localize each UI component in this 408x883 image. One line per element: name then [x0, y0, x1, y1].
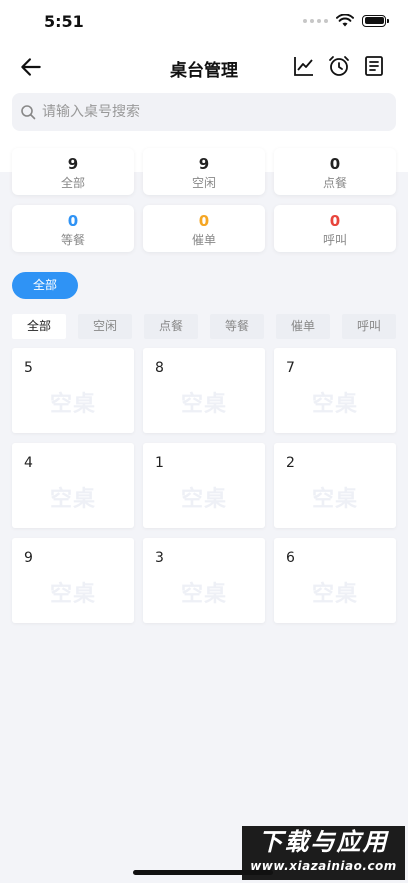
tab-item[interactable]: 催单: [276, 314, 330, 339]
stat-label: 催单: [191, 233, 216, 247]
table-number: 8: [155, 360, 164, 376]
signal-icon: [303, 18, 328, 23]
table-card[interactable]: 5 空桌: [12, 348, 134, 433]
battery-icon: [362, 14, 389, 27]
table-card[interactable]: 2 空桌: [274, 443, 396, 528]
stats-grid: 9 全部 9 空闲 0 点餐 0 等餐 0 催单 0 呼叫: [12, 148, 396, 252]
table-card[interactable]: 6 空桌: [274, 538, 396, 623]
status-bar: 5:51: [0, 0, 408, 44]
table-number: 9: [24, 550, 33, 566]
watermark-title: 下载与应用: [258, 828, 389, 856]
wifi-icon: [336, 14, 354, 27]
table-status: 空桌: [180, 392, 227, 417]
table-number: 3: [155, 550, 164, 566]
stat-card[interactable]: 0 呼叫: [274, 205, 396, 252]
status-time: 5:51: [44, 12, 84, 31]
stat-card[interactable]: 0 等餐: [12, 205, 134, 252]
stat-count: 9: [67, 155, 79, 173]
table-status: 空桌: [311, 582, 358, 607]
table-card[interactable]: 8 空桌: [143, 348, 265, 433]
table-status: 空桌: [180, 487, 227, 512]
search-icon: [21, 105, 36, 120]
table-status: 空桌: [311, 487, 358, 512]
status-tabs: 全部 空闲 点餐 等餐 催单 呼叫: [12, 314, 396, 339]
table-grid: 5 空桌 8 空桌 7 空桌 4 空桌 1 空桌 2 空桌 9 空桌 3 空桌 6 空桌: [12, 348, 396, 623]
stat-count: 0: [329, 155, 341, 173]
nav-bar: 桌台管理: [0, 44, 408, 88]
stat-count: 0: [329, 212, 341, 230]
table-number: 6: [286, 550, 295, 566]
table-status: 空桌: [180, 582, 227, 607]
tab-item[interactable]: 等餐: [210, 314, 264, 339]
alarm-clock-icon[interactable]: [327, 54, 351, 78]
tab-item[interactable]: 空闲: [78, 314, 132, 339]
stat-count: 0: [67, 212, 79, 230]
table-card[interactable]: 3 空桌: [143, 538, 265, 623]
search-bar[interactable]: [12, 93, 396, 131]
table-card[interactable]: 9 空桌: [12, 538, 134, 623]
document-icon[interactable]: [362, 54, 386, 78]
tab-item[interactable]: 呼叫: [342, 314, 396, 339]
status-icons: [303, 14, 389, 27]
stat-card[interactable]: 9 空闲: [143, 148, 265, 195]
table-card[interactable]: 7 空桌: [274, 348, 396, 433]
table-card[interactable]: 1 空桌: [143, 443, 265, 528]
table-status: 空桌: [49, 392, 96, 417]
stat-card[interactable]: 0 点餐: [274, 148, 396, 195]
table-card[interactable]: 4 空桌: [12, 443, 134, 528]
tab-item[interactable]: 全部: [12, 314, 66, 339]
stat-label: 点餐: [322, 176, 347, 190]
stat-label: 等餐: [60, 233, 85, 247]
stat-label: 空闲: [191, 176, 216, 190]
search-input[interactable]: [42, 104, 372, 120]
table-number: 4: [24, 455, 33, 471]
table-number: 1: [155, 455, 164, 471]
table-number: 7: [286, 360, 295, 376]
chart-icon[interactable]: [292, 54, 316, 78]
filter-chip[interactable]: 全部: [12, 272, 78, 299]
table-status: 空桌: [311, 392, 358, 417]
tab-item[interactable]: 点餐: [144, 314, 198, 339]
stat-count: 0: [198, 212, 210, 230]
home-indicator: [133, 870, 273, 875]
table-number: 5: [24, 360, 33, 376]
stat-card[interactable]: 9 全部: [12, 148, 134, 195]
stat-card[interactable]: 0 催单: [143, 205, 265, 252]
table-status: 空桌: [49, 487, 96, 512]
stat-count: 9: [198, 155, 210, 173]
table-number: 2: [286, 455, 295, 471]
stat-label: 全部: [60, 176, 85, 190]
table-status: 空桌: [49, 582, 96, 607]
stat-label: 呼叫: [322, 233, 347, 247]
